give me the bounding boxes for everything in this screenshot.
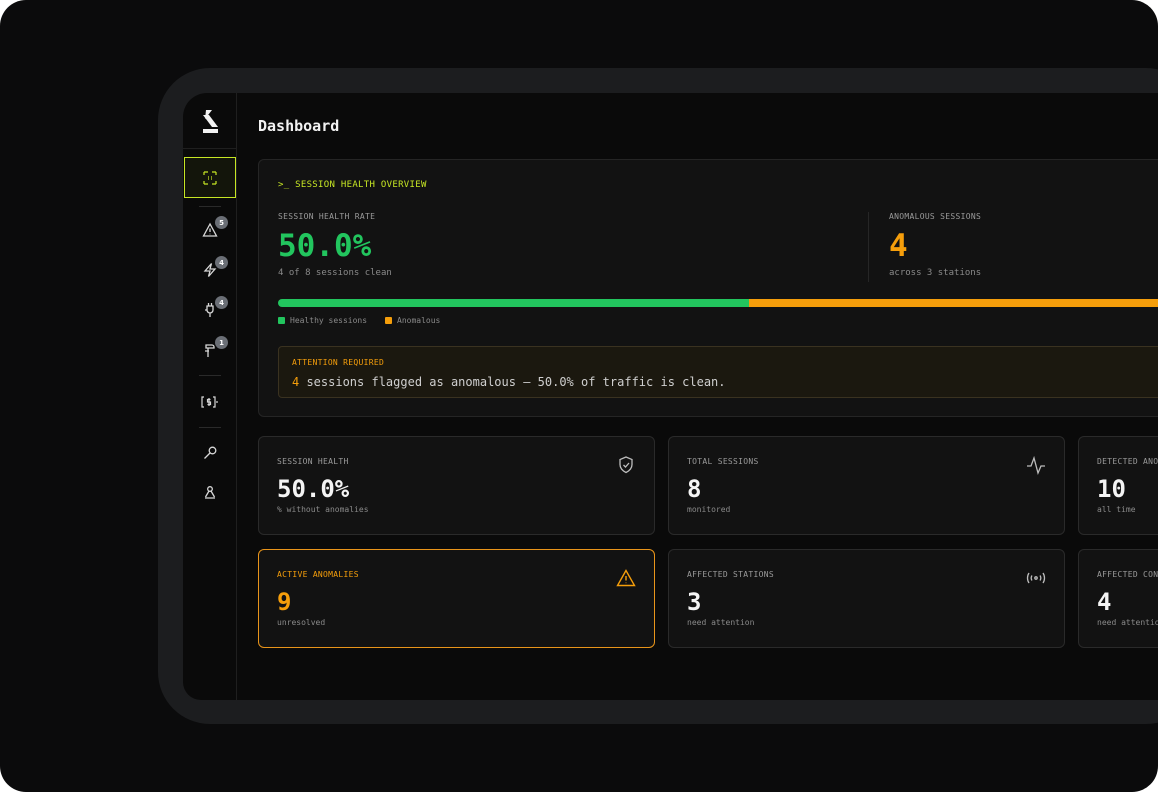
sidebar-item-dashboard[interactable]	[184, 157, 236, 198]
sidebar-item-tools[interactable]	[183, 436, 237, 470]
card-label: DETECTED ANOMALIES	[1097, 457, 1158, 466]
app-screen: 5 4 4 1 Dashboard >_ SESSION HEALTH OVER…	[183, 93, 1158, 700]
shield-check-icon	[619, 456, 633, 474]
overview-divider	[868, 212, 869, 282]
card-sub: need attention	[1097, 618, 1158, 627]
session-health-overview: >_ SESSION HEALTH OVERVIEW SESSION HEALT…	[258, 159, 1158, 417]
events-badge: 4	[215, 256, 228, 269]
legend-swatch-anomalous	[385, 317, 392, 324]
anomalous-sessions-sub: across 3 stations	[889, 268, 982, 278]
card-session-health[interactable]: SESSION HEALTH 50.0% % without anomalies	[258, 436, 655, 535]
card-sub: need attention	[687, 618, 755, 627]
sidebar-item-chargers[interactable]: 4	[183, 293, 237, 327]
card-affected-stations[interactable]: AFFECTED STATIONS 3 need attention	[668, 549, 1065, 648]
legend-healthy: Healthy sessions	[278, 316, 367, 325]
card-value: 50.0%	[277, 475, 350, 503]
sidebar-divider	[199, 427, 221, 428]
attention-text: sessions flagged as anomalous — 50.0% of…	[299, 375, 726, 389]
card-sub: monitored	[687, 505, 731, 514]
attention-alert: ATTENTION REQUIRED 4 sessions flagged as…	[278, 346, 1158, 398]
legend-anomalous: Anomalous	[385, 316, 440, 325]
chargers-badge: 4	[215, 296, 228, 309]
card-value: 4	[1097, 588, 1112, 616]
health-rate-label: SESSION HEALTH RATE	[278, 212, 376, 221]
card-affected-connectors[interactable]: AFFECTED CONNECTORS 4 need attention	[1078, 549, 1158, 648]
card-label: TOTAL SESSIONS	[687, 457, 759, 466]
broadcast-icon	[1026, 572, 1046, 584]
card-label: ACTIVE ANOMALIES	[277, 570, 359, 579]
card-active-anomalies[interactable]: ACTIVE ANOMALIES 9 unresolved	[258, 549, 655, 648]
logo[interactable]	[183, 93, 237, 149]
card-sub: all time	[1097, 505, 1136, 514]
logo-icon	[203, 109, 218, 133]
sidebar-item-billing[interactable]	[183, 385, 237, 419]
anomalous-sessions-label: ANOMALOUS SESSIONS	[889, 212, 982, 221]
dashboard-grid-icon	[203, 170, 217, 185]
alerts-badge: 5	[215, 216, 228, 229]
card-label: SESSION HEALTH	[277, 457, 349, 466]
card-value: 9	[277, 588, 292, 616]
device-background: 5 4 4 1 Dashboard >_ SESSION HEALTH OVER…	[0, 0, 1158, 792]
attention-title: ATTENTION REQUIRED	[292, 358, 385, 367]
sidebar: 5 4 4 1	[183, 93, 237, 700]
health-rate-value: 50.0%	[278, 228, 372, 264]
activity-icon	[1027, 455, 1045, 475]
card-sub: unresolved	[277, 618, 326, 627]
health-progress-bar	[278, 299, 1158, 307]
card-value: 10	[1097, 475, 1126, 503]
card-total-sessions[interactable]: TOTAL SESSIONS 8 monitored	[668, 436, 1065, 535]
wrench-icon	[204, 446, 217, 459]
sidebar-divider	[199, 375, 221, 376]
card-detected-anomalies[interactable]: DETECTED ANOMALIES 10 all time	[1078, 436, 1158, 535]
health-bar-healthy	[278, 299, 749, 307]
webhook-icon	[204, 486, 216, 499]
health-rate-sub: 4 of 8 sessions clean	[278, 268, 392, 278]
sidebar-divider	[199, 206, 221, 207]
attention-message: 4 sessions flagged as anomalous — 50.0% …	[292, 375, 726, 389]
sidebar-item-alerts[interactable]: 5	[183, 213, 237, 247]
card-sub: % without anomalies	[277, 505, 369, 514]
sidebar-item-users[interactable]: 1	[183, 333, 237, 367]
health-bar-anomalous	[748, 299, 1158, 307]
warning-icon	[616, 569, 636, 587]
card-value: 3	[687, 588, 702, 616]
anomalous-sessions-value: 4	[889, 228, 908, 264]
sidebar-item-events[interactable]: 4	[183, 253, 237, 287]
users-badge: 1	[215, 336, 228, 349]
dollar-bracket-icon	[201, 396, 218, 408]
legend-anomalous-label: Anomalous	[397, 316, 441, 325]
overview-heading: >_ SESSION HEALTH OVERVIEW	[278, 180, 427, 190]
sidebar-item-webhooks[interactable]	[183, 476, 237, 510]
card-label: AFFECTED CONNECTORS	[1097, 570, 1158, 579]
legend-healthy-label: Healthy sessions	[290, 316, 368, 325]
page-title: Dashboard	[258, 117, 340, 135]
card-label: AFFECTED STATIONS	[687, 570, 774, 579]
legend-swatch-healthy	[278, 317, 285, 324]
card-value: 8	[687, 475, 702, 503]
